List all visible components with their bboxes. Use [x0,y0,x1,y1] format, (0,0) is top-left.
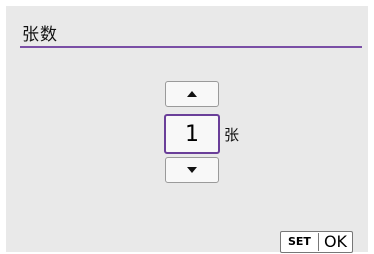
increment-button[interactable] [165,81,219,107]
triangle-down-icon [187,167,197,173]
camera-menu-screen: 张数 1 张 SET OK [6,6,368,253]
count-value-field[interactable]: 1 [164,114,220,154]
page-title: 张数 [22,25,58,45]
set-button-label: SET [281,233,319,251]
set-ok-button[interactable]: SET OK [280,231,354,253]
ok-label: OK [323,232,348,251]
count-unit-label: 张 [224,126,240,144]
title-divider [20,46,362,48]
triangle-up-icon [187,91,197,97]
decrement-button[interactable] [165,157,219,183]
